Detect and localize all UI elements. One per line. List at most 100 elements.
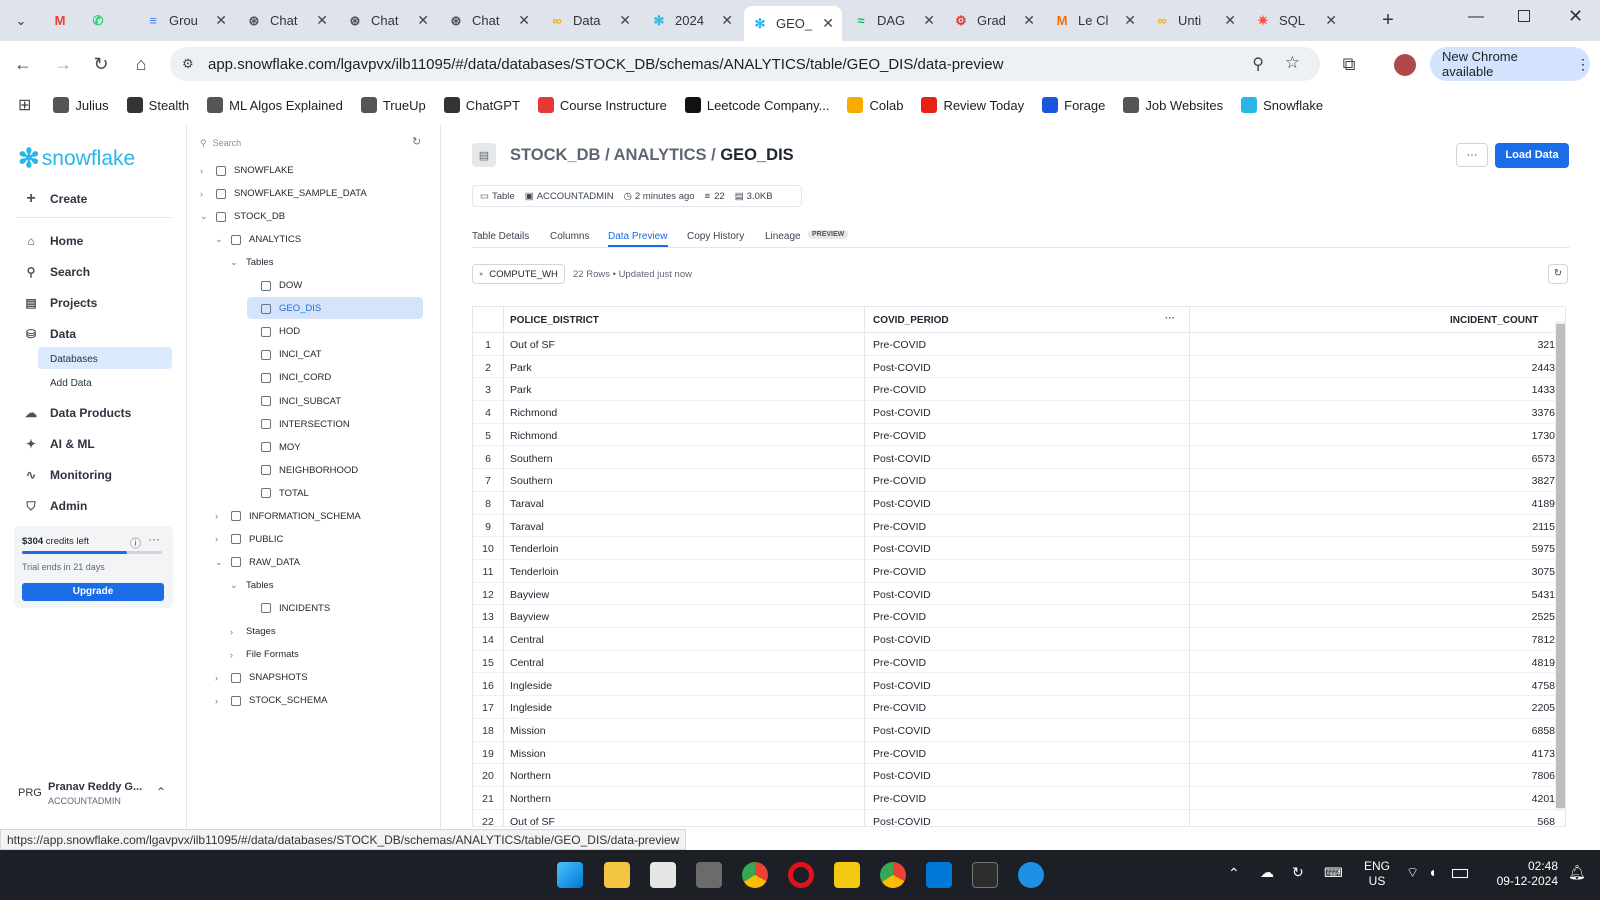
opera-icon[interactable] <box>788 862 814 888</box>
scrollbar-thumb[interactable] <box>1556 324 1565 808</box>
language-indicator[interactable]: ENG US <box>1364 859 1390 889</box>
chevron-down-icon[interactable]: ⌄ <box>200 211 210 222</box>
table-row[interactable]: 1 Out of SF Pre-COVID 321 <box>473 333 1565 356</box>
tree-node[interactable]: ⌄ Tables <box>230 580 273 591</box>
table-row[interactable]: 8 Taraval Post-COVID 4189 <box>473 492 1565 515</box>
chevron-right-icon[interactable]: › <box>215 511 225 521</box>
table-row[interactable]: 9 Taraval Pre-COVID 2115 <box>473 515 1565 538</box>
tab-search-chevron-icon[interactable]: ⌄ <box>10 10 32 32</box>
table-row[interactable]: 3 Park Pre-COVID 1433 <box>473 378 1565 402</box>
table-row[interactable]: 20 Northern Post-COVID 7806 <box>473 764 1565 787</box>
browser-tab[interactable]: ✻ 2024 ✕ <box>643 6 741 35</box>
chevron-down-icon[interactable]: ⌄ <box>215 557 225 568</box>
table-row[interactable]: 14 Central Post-COVID 7812 <box>473 628 1565 651</box>
column-menu-icon[interactable]: ··· <box>1165 313 1175 324</box>
tree-table-item[interactable]: HOD <box>245 326 300 337</box>
tree-node[interactable]: › SNOWFLAKE_SAMPLE_DATA <box>200 188 367 199</box>
minimize-button[interactable]: — <box>1468 8 1484 26</box>
chrome-profile-icon[interactable] <box>880 862 906 888</box>
chevron-right-icon[interactable]: › <box>215 673 225 683</box>
browser-tab[interactable]: ⊛ Chat ✕ <box>339 6 437 35</box>
browser-tab[interactable]: ⊛ Chat ✕ <box>440 6 538 35</box>
browser-tab[interactable]: ≈ DAG ✕ <box>845 6 943 35</box>
tab-columns[interactable]: Columns <box>550 231 589 242</box>
tree-table-item[interactable]: NEIGHBORHOOD <box>245 465 358 476</box>
chevron-right-icon[interactable]: › <box>215 534 225 544</box>
chevron-right-icon[interactable]: › <box>230 627 240 637</box>
table-row[interactable]: 2 Park Post-COVID 2443 <box>473 356 1565 379</box>
warehouse-selector[interactable]: ● COMPUTE_WH <box>472 264 565 284</box>
breadcrumb-schema[interactable]: ANALYTICS <box>614 146 707 164</box>
store-icon[interactable] <box>650 862 676 888</box>
chrome-icon[interactable] <box>742 862 768 888</box>
table-row[interactable]: 18 Mission Post-COVID 6858 <box>473 719 1565 742</box>
tree-node[interactable]: › SNOWFLAKE <box>200 165 294 176</box>
nav-monitoring[interactable]: ∿ Monitoring <box>24 468 112 482</box>
reload-icon[interactable]: ↻ <box>88 51 114 77</box>
tab-close-icon[interactable]: ✕ <box>417 12 429 29</box>
vertical-scrollbar[interactable] <box>1555 321 1565 811</box>
bookmark-item[interactable]: ChatGPT <box>443 97 520 113</box>
column-header-covid-period[interactable]: COVID_PERIOD <box>873 315 949 326</box>
clock[interactable]: 02:48 09-12-2024 <box>1488 859 1558 889</box>
restore-button[interactable] <box>1518 10 1530 22</box>
nav-ai-ml[interactable]: ✦ AI & ML <box>24 437 95 451</box>
chevron-down-icon[interactable]: ⌄ <box>230 257 240 268</box>
table-row[interactable]: 15 Central Pre-COVID 4819 <box>473 651 1565 674</box>
tab-data-preview[interactable]: Data Preview <box>608 231 667 242</box>
tree-node[interactable]: ⌄ RAW_DATA <box>215 557 300 568</box>
browser-tab[interactable]: ✻ GEO_ ✕ <box>744 6 842 41</box>
bookmark-item[interactable]: Leetcode Company... <box>684 97 829 113</box>
apps-grid-icon[interactable]: ⊞ <box>18 95 31 115</box>
table-row[interactable]: 17 Ingleside Pre-COVID 2205 <box>473 696 1565 719</box>
close-window-button[interactable]: ✕ <box>1568 6 1583 27</box>
snowflake-logo[interactable]: ✻ snowflake <box>18 143 135 174</box>
browser-tab[interactable]: ⚙ Grad ✕ <box>945 6 1043 35</box>
nav-projects[interactable]: ▤ Projects <box>24 296 97 310</box>
chevron-down-icon[interactable]: ⌄ <box>215 234 225 245</box>
table-row[interactable]: 10 Tenderloin Post-COVID 5975 <box>473 537 1565 560</box>
bookmark-item[interactable]: Review Today <box>921 97 1024 113</box>
tab-close-icon[interactable]: ✕ <box>822 15 834 32</box>
user-menu[interactable]: PRG Pranav Reddy G... ACCOUNTADMIN ⌃ <box>0 775 186 815</box>
bookmark-item[interactable]: ML Algos Explained <box>207 97 343 113</box>
tab-lineage[interactable]: Lineage <box>765 231 801 242</box>
new-chrome-available-button[interactable]: New Chrome available ⋮ <box>1430 47 1590 81</box>
table-row[interactable]: 22 Out of SF Post-COVID 568 <box>473 810 1565 826</box>
bookmark-item[interactable]: Julius <box>53 97 109 113</box>
chevron-right-icon[interactable]: › <box>215 696 225 706</box>
table-row[interactable]: 19 Mission Pre-COVID 4173 <box>473 742 1565 765</box>
tree-table-item[interactable]: GEO_DIS <box>245 303 321 314</box>
docker-icon[interactable] <box>1018 862 1044 888</box>
refresh-icon[interactable]: ↻ <box>412 135 421 148</box>
table-row[interactable]: 13 Bayview Pre-COVID 2525 <box>473 605 1565 629</box>
tree-node[interactable]: › SNAPSHOTS <box>215 672 308 683</box>
column-header-police-district[interactable]: POLICE_DISTRICT <box>510 315 599 326</box>
chevron-right-icon[interactable]: › <box>200 166 210 176</box>
tree-node[interactable]: ⌄ STOCK_DB <box>200 211 285 222</box>
chevron-right-icon[interactable]: › <box>200 189 210 199</box>
table-row[interactable]: 21 Northern Pre-COVID 4201 <box>473 787 1565 810</box>
table-row[interactable]: 12 Bayview Post-COVID 5431 <box>473 583 1565 606</box>
tab-close-icon[interactable]: ✕ <box>1325 12 1337 29</box>
browser-tab[interactable]: M Le Cl ✕ <box>1046 6 1144 35</box>
file-explorer-icon[interactable] <box>604 862 630 888</box>
table-row[interactable]: 7 Southern Pre-COVID 3827 <box>473 469 1565 492</box>
notification-bell-icon[interactable]: 🔔︎ <box>1568 864 1586 881</box>
browser-tab[interactable]: ⊛ Chat ✕ <box>238 6 336 35</box>
create-button[interactable]: + Create <box>24 190 87 207</box>
bookmark-item[interactable]: Stealth <box>126 97 189 113</box>
browser-tab[interactable]: ✆ <box>82 6 132 35</box>
tree-table-item[interactable]: INCIDENTS <box>245 603 330 614</box>
info-icon[interactable]: ⓘ <box>130 535 141 551</box>
bookmark-item[interactable]: Job Websites <box>1123 97 1223 113</box>
nav-data-products[interactable]: ☁ Data Products <box>24 406 131 420</box>
tree-node[interactable]: › STOCK_SCHEMA <box>215 695 327 706</box>
bookmark-item[interactable]: Snowflake <box>1241 97 1323 113</box>
nav-home[interactable]: ⌂ Home <box>24 234 83 248</box>
home-icon[interactable]: ⌂ <box>128 51 154 77</box>
tab-close-icon[interactable]: ✕ <box>1124 12 1136 29</box>
browser-tab[interactable]: ✷ SQL ✕ <box>1247 6 1345 35</box>
onedrive-icon[interactable]: ☁ <box>1260 864 1274 881</box>
nav-search[interactable]: ⚲ Search <box>24 265 90 279</box>
